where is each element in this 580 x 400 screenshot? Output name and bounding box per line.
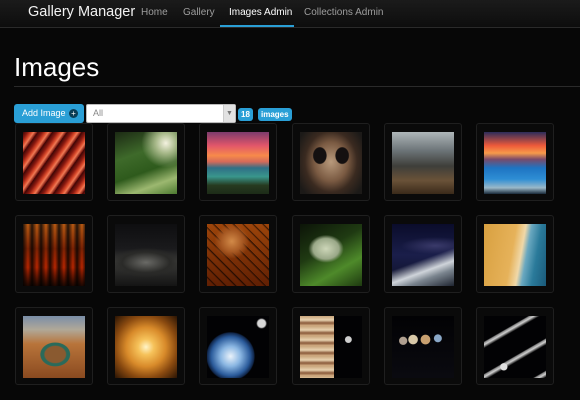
image-thumbnail-desert-coast[interactable]: [476, 215, 554, 293]
filter-selected-value: All: [93, 108, 104, 118]
image-solar-system: [392, 316, 454, 378]
image-desert-coast: [484, 224, 546, 286]
image-night-sky: [392, 224, 454, 286]
nav-link-home[interactable]: Home: [141, 7, 168, 18]
page-title: Images: [14, 52, 100, 82]
image-count-label: images: [258, 108, 292, 121]
image-thumbnail-child-with-tiger[interactable]: [199, 215, 277, 293]
add-image-label: Add Image: [22, 108, 66, 118]
image-crystal-skull: [300, 132, 362, 194]
image-thumbnail-night-sky[interactable]: [384, 215, 462, 293]
image-thumbnail-earth-moon[interactable]: [199, 307, 277, 385]
image-thumbnail-horseshoe-bend[interactable]: [15, 307, 93, 385]
image-thumbnail-sun-surface[interactable]: [107, 307, 185, 385]
image-child-with-tiger: [207, 224, 269, 286]
nav-link-images-admin[interactable]: Images Admin: [229, 7, 292, 18]
image-misty-landscape: [115, 224, 177, 286]
dropdown-arrow-icon[interactable]: ▼: [223, 105, 235, 122]
image-thumbnail-red-rock-waves[interactable]: [15, 123, 93, 201]
image-blue-lagoon: [484, 132, 546, 194]
image-thumbnail-tardigrade[interactable]: [292, 215, 370, 293]
image-thumbnail-green-mountain-valley[interactable]: [107, 123, 185, 201]
image-thumbnail-saturn-rings[interactable]: [476, 307, 554, 385]
image-thumbnail-volcano-peak[interactable]: [384, 123, 462, 201]
image-thumbnail-sunset-lake[interactable]: [199, 123, 277, 201]
image-thumbnail-misty-landscape[interactable]: [107, 215, 185, 293]
image-horseshoe-bend: [23, 316, 85, 378]
image-count-badge: 18: [238, 108, 253, 121]
add-image-button[interactable]: Add Image +: [14, 104, 84, 123]
image-tardigrade: [300, 224, 362, 286]
image-red-rock-waves: [23, 132, 85, 194]
nav-link-collections-admin[interactable]: Collections Admin: [304, 7, 383, 18]
active-nav-indicator: [220, 25, 294, 27]
nav-link-gallery[interactable]: Gallery: [183, 7, 215, 18]
plus-circle-icon: +: [69, 109, 78, 118]
title-divider: [14, 86, 580, 87]
image-green-mountain-valley: [115, 132, 177, 194]
brand-link[interactable]: Gallery Manager: [28, 4, 135, 20]
image-thumbnail-lava-flow[interactable]: [15, 215, 93, 293]
image-saturn-rings: [484, 316, 546, 378]
collection-filter-select[interactable]: All ▼: [86, 104, 236, 123]
image-lava-flow: [23, 224, 85, 286]
image-thumbnail-jupiter[interactable]: [292, 307, 370, 385]
image-thumbnail-blue-lagoon[interactable]: [476, 123, 554, 201]
image-volcano-peak: [392, 132, 454, 194]
image-sun-surface: [115, 316, 177, 378]
image-thumbnail-solar-system[interactable]: [384, 307, 462, 385]
image-sunset-lake: [207, 132, 269, 194]
navbar: Gallery Manager Home Gallery Images Admi…: [0, 0, 580, 28]
image-thumbnail-crystal-skull[interactable]: [292, 123, 370, 201]
image-earth-moon: [207, 316, 269, 378]
image-jupiter: [300, 316, 362, 378]
